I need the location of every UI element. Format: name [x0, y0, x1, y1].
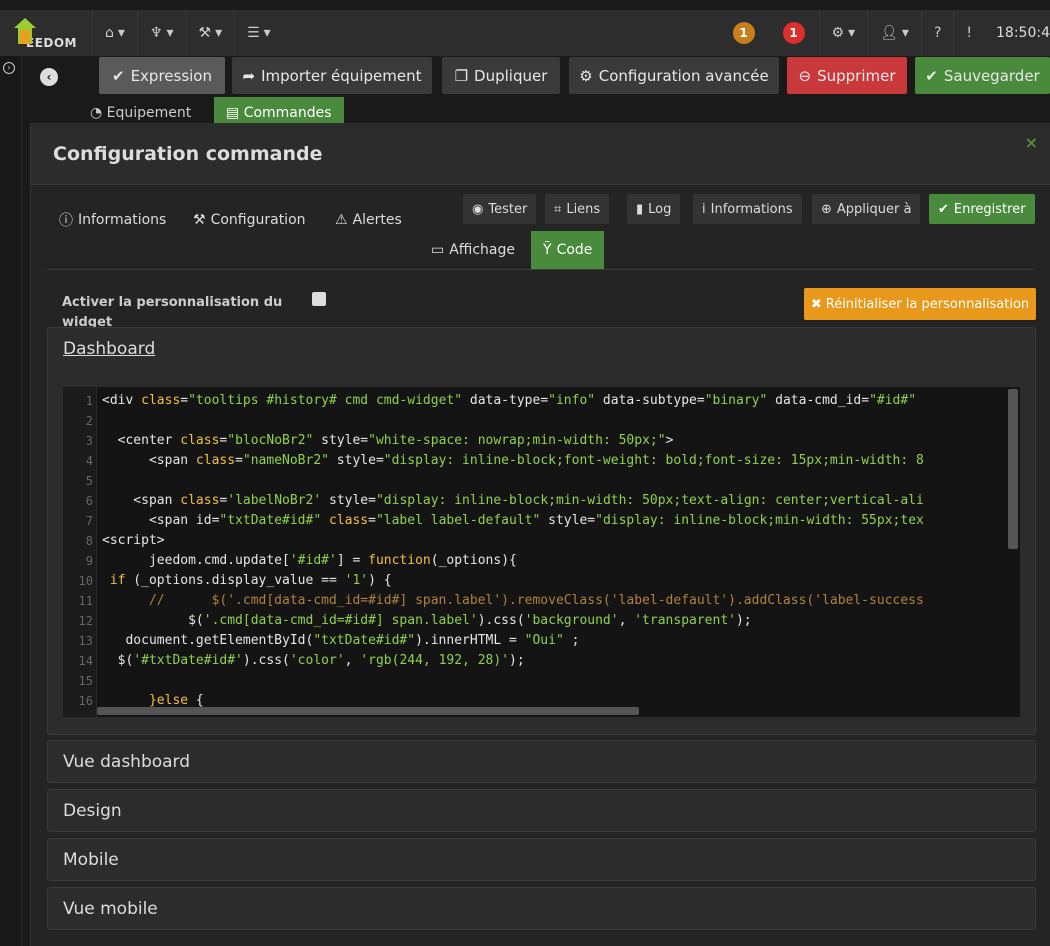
editor-vertical-scrollbar[interactable]: [1008, 389, 1018, 549]
mobile-header[interactable]: Mobile: [48, 839, 1035, 880]
chevron-down-icon: ▾: [166, 25, 174, 41]
vue-dashboard-header[interactable]: Vue dashboard: [48, 741, 1035, 782]
plugins-menu[interactable]: ♆ ▾: [136, 10, 186, 56]
list-icon: ▤: [226, 105, 240, 121]
tab-informations[interactable]: ⓘ Informations: [59, 205, 166, 235]
modal-header: Configuration commande ×: [31, 123, 1050, 185]
tab-alertes[interactable]: ⚠ Alertes: [335, 205, 402, 235]
question-icon: ?: [933, 25, 942, 41]
information-button[interactable]: i Informations: [693, 194, 802, 224]
chevron-down-icon: ▾: [901, 25, 909, 41]
tab-affichage[interactable]: ▭ Affichage: [419, 231, 527, 269]
tachometer-icon: ◔: [90, 105, 103, 121]
rss-icon: ◉: [472, 201, 484, 217]
personalization-checkbox[interactable]: [312, 292, 326, 306]
chevron-down-icon: ▾: [215, 25, 223, 41]
editor-horizontal-scrollbar[interactable]: [97, 707, 639, 715]
import-equipment-button[interactable]: ➦ Importer équipement: [232, 57, 432, 94]
chevron-down-icon: ▾: [263, 25, 271, 41]
left-sidebar-strip: ›: [0, 56, 22, 946]
minus-circle-icon: ⊖: [798, 66, 812, 85]
exclamation-icon: !: [966, 25, 973, 41]
expression-button[interactable]: ✔ Expression: [99, 57, 225, 94]
vue-mobile-panel[interactable]: Vue mobile: [47, 887, 1036, 930]
bars-icon: ☰: [247, 25, 260, 41]
sitemap-icon: ⌗: [554, 201, 562, 217]
reset-personalization-button[interactable]: ✖ Réinitialiser la personnalisation: [804, 288, 1036, 320]
tab-code[interactable]: Ȳ Code: [531, 231, 605, 269]
expand-sidebar-icon[interactable]: ›: [3, 62, 15, 74]
times-icon: ✖: [810, 296, 822, 312]
plug-icon: ♆: [149, 25, 163, 41]
desktop-icon: ▭: [431, 242, 445, 258]
vue-mobile-header[interactable]: Vue mobile: [48, 888, 1035, 929]
save-button[interactable]: ✔ Sauvegarder: [915, 57, 1050, 94]
log-button[interactable]: ▮ Log: [627, 194, 681, 224]
analysis-menu[interactable]: ☰ ▾: [234, 10, 283, 56]
info-circle-icon: ⓘ: [59, 213, 73, 229]
plus-circle-icon: ⊕: [821, 201, 832, 217]
settings-menu[interactable]: ⚙ ▾: [818, 10, 868, 56]
user-menu[interactable]: 👤︎ ▾: [867, 10, 921, 56]
clock: 18:50:4: [996, 25, 1050, 41]
file-icon: ▮: [636, 201, 644, 217]
chevron-down-icon: ▾: [117, 25, 125, 41]
share-icon: ➦: [242, 66, 256, 85]
design-header[interactable]: Design: [48, 790, 1035, 831]
code-editor[interactable]: 1 <div class="tooltips #history# cmd cmd-…: [63, 387, 1020, 717]
jeedom-logo[interactable]: EEDOM: [0, 10, 92, 56]
gears-icon: ⚙: [831, 25, 845, 41]
code-fork-icon: Ȳ: [543, 242, 552, 258]
chevron-down-icon: ▾: [848, 25, 856, 41]
check-icon: ✔: [111, 66, 125, 85]
apply-to-button[interactable]: ⊕ Appliquer à: [812, 194, 921, 224]
copy-icon: ❐: [454, 66, 469, 85]
wrench-icon: ⚒: [193, 212, 206, 228]
duplicate-button[interactable]: ❐ Dupliquer: [442, 57, 560, 94]
info-button[interactable]: !: [953, 10, 984, 56]
mobile-panel[interactable]: Mobile: [47, 838, 1036, 881]
info-icon: i: [702, 201, 706, 217]
dashboard-panel-header[interactable]: Dashboard: [48, 328, 1035, 369]
help-button[interactable]: ?: [920, 10, 953, 56]
alerts-badge[interactable]: 1: [782, 22, 805, 44]
test-button[interactable]: ◉ Tester: [463, 194, 537, 224]
warning-icon: ⚠: [335, 212, 348, 228]
design-panel[interactable]: Design: [47, 789, 1036, 832]
close-icon[interactable]: ×: [1025, 133, 1038, 152]
tools-menu[interactable]: ⚒ ▾: [185, 10, 235, 56]
messages-badge[interactable]: 1: [732, 22, 755, 44]
home-icon: ⌂: [105, 25, 114, 41]
register-button[interactable]: ✔ Enregistrer: [929, 194, 1035, 224]
wrench-icon: ⚒: [198, 25, 212, 41]
tab-configuration[interactable]: ⚒ Configuration: [193, 205, 306, 235]
vue-dashboard-panel[interactable]: Vue dashboard: [47, 740, 1036, 783]
top-navbar: EEDOM ⌂ ▾ ♆ ▾ ⚒ ▾ ☰ ▾ 1 1 ⚙ ▾ 👤︎ ▾ ? ! 18:50:4: [0, 10, 1050, 56]
modal-title: Configuration commande: [53, 142, 323, 165]
check-circle-icon: ✔: [938, 201, 949, 217]
delete-button[interactable]: ⊖ Supprimer: [787, 57, 907, 94]
check-circle-icon: ✔: [925, 66, 938, 85]
user-icon: 👤︎: [880, 25, 898, 41]
logo-house-icon: [14, 18, 36, 44]
cogs-icon: ⚙: [579, 66, 593, 85]
links-button[interactable]: ⌗ Liens: [545, 194, 610, 224]
back-button[interactable]: ‹: [40, 68, 58, 86]
arrow-left-icon: ‹: [46, 70, 52, 84]
home-menu[interactable]: ⌂ ▾: [92, 10, 137, 56]
advanced-config-button[interactable]: ⚙ Configuration avancée: [569, 57, 779, 94]
command-config-modal: Configuration commande × ⓘ Informations ⚒…: [30, 123, 1050, 946]
